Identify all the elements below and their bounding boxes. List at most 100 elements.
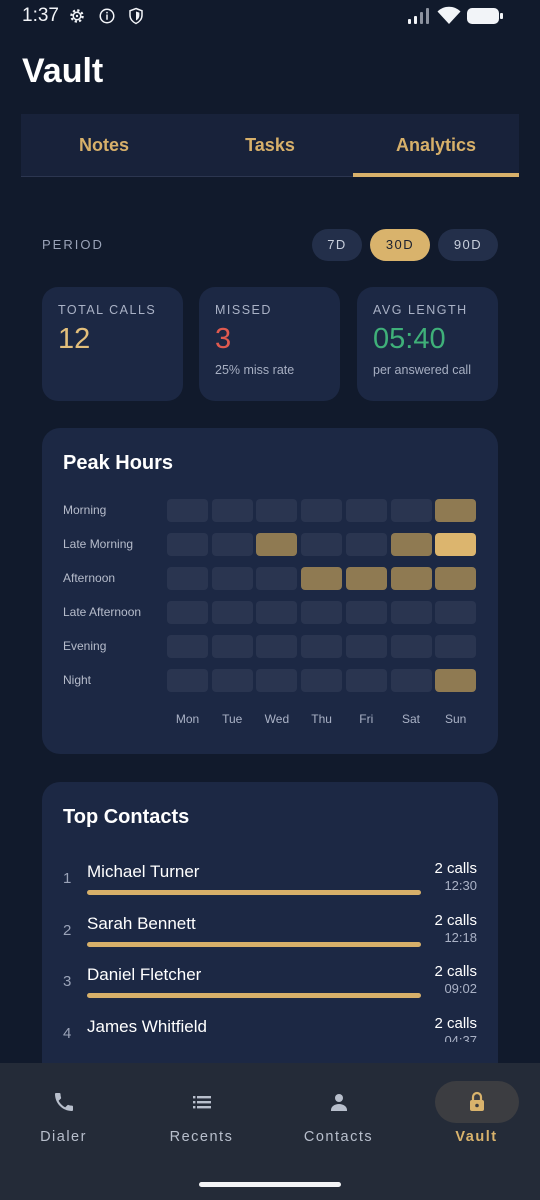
heatmap-cell [301, 567, 343, 590]
period-90d-button[interactable]: 90D [438, 229, 498, 261]
total-calls-card: TOTAL CALLS 12 [42, 287, 183, 401]
top-contacts-title: Top Contacts [63, 806, 190, 828]
heatmap-row-label: Late Afternoon [63, 605, 142, 619]
contact-call-bar [87, 890, 421, 895]
heatmap-cell [301, 669, 343, 692]
status-time: 1:37 [22, 5, 59, 26]
heatmap-cell [301, 533, 343, 556]
nav-label: Contacts [303, 1129, 374, 1145]
heatmap-day-label: Thu [311, 712, 332, 726]
tab-analytics[interactable]: Analytics [353, 114, 519, 177]
heatmap-cell [211, 669, 253, 692]
contact-row[interactable]: 3 Daniel Fletcher 2 calls 09:02 [42, 959, 498, 1011]
contact-calls: 2 calls [434, 912, 477, 929]
contact-name: Sarah Bennett [87, 914, 196, 933]
heatmap-cell [301, 635, 343, 658]
heatmap-cell [211, 499, 253, 522]
heatmap-day-label: Mon [175, 712, 200, 726]
bottom-navigation: Dialer Recents Contacts Vault [0, 1063, 540, 1200]
tab-bar: Notes Tasks Analytics [21, 114, 519, 177]
heatmap-row-label: Late Morning [63, 537, 134, 551]
heatmap-cell [435, 669, 477, 692]
heatmap-cell [211, 567, 253, 590]
heatmap-cell [345, 601, 387, 624]
period-30d-button[interactable]: 30D [370, 229, 430, 261]
heatmap-cell [211, 635, 253, 658]
info-icon [99, 8, 115, 24]
stat-label: MISSED [215, 303, 272, 317]
nav-label: Vault [455, 1129, 498, 1145]
heatmap-cell [167, 567, 208, 590]
contact-row[interactable]: 1 Michael Turner 2 calls 12:30 [42, 856, 498, 908]
settings-icon [70, 9, 84, 23]
heatmap-row-label: Morning [63, 503, 107, 517]
contact-call-bar [87, 942, 421, 947]
contact-name: Michael Turner [87, 862, 200, 881]
peak-hours-title: Peak Hours [63, 452, 174, 474]
contact-calls: 2 calls [434, 963, 477, 980]
heatmap-cell [390, 635, 432, 658]
heatmap-cell [390, 567, 432, 590]
top-contacts-list: 1 Michael Turner 2 calls 12:30 2 Sarah B… [42, 852, 498, 1042]
period-7d-button[interactable]: 7D [312, 229, 362, 261]
nav-label: Dialer [40, 1129, 87, 1145]
heatmap-cell [256, 499, 298, 522]
nav-label: Recents [169, 1129, 234, 1145]
heatmap-cell [256, 567, 298, 590]
heatmap-cell [345, 669, 387, 692]
heatmap-day-label: Sat [401, 712, 420, 726]
page-title: Vault [22, 52, 104, 90]
tab-tasks[interactable]: Tasks [187, 114, 353, 176]
nav-vault[interactable]: Vault [409, 1063, 540, 1163]
heatmap-cell [301, 499, 343, 522]
heatmap-day-label: Tue [222, 712, 243, 726]
heatmap-cell [167, 635, 208, 658]
heatmap-cell [211, 533, 253, 556]
avg-length-card: AVG LENGTH 05:40 per answered call [357, 287, 498, 401]
heatmap-row-label: Evening [63, 639, 107, 653]
lock-icon [434, 1081, 519, 1123]
heatmap-cell [435, 499, 477, 522]
battery-icon [467, 8, 503, 24]
missed-calls-card: MISSED 3 25% miss rate [199, 287, 340, 401]
heatmap-cell [345, 533, 387, 556]
contact-duration: 12:30 [444, 878, 477, 893]
contact-duration: 04:37 [444, 1033, 477, 1042]
nav-contacts[interactable]: Contacts [271, 1063, 406, 1163]
heatmap-cell [435, 635, 477, 658]
signal-icon [408, 8, 429, 24]
contact-duration: 09:02 [444, 981, 477, 996]
contact-row[interactable]: 2 Sarah Bennett 2 calls 12:18 [42, 908, 498, 960]
contact-row[interactable]: 4 James Whitfield 2 calls 04:37 [42, 1011, 498, 1042]
heatmap-row-label: Afternoon [63, 571, 116, 585]
nav-recents[interactable]: Recents [134, 1063, 269, 1163]
heatmap-cell [435, 601, 477, 624]
stat-subtitle: 25% miss rate [215, 363, 295, 377]
contact-calls: 2 calls [434, 1015, 477, 1032]
heatmap-cell [167, 499, 208, 522]
stat-value: 05:40 [373, 323, 446, 355]
heatmap-cell [390, 533, 432, 556]
heatmap-cell [256, 533, 298, 556]
contact-rank: 4 [63, 1025, 72, 1042]
heatmap-cell [345, 499, 387, 522]
heatmap-cell [390, 499, 432, 522]
stat-label: AVG LENGTH [373, 303, 468, 317]
contact-call-bar [87, 993, 421, 998]
home-indicator[interactable] [199, 1182, 341, 1187]
nav-dialer[interactable]: Dialer [0, 1063, 131, 1163]
heatmap-cell [435, 533, 477, 556]
stat-subtitle: per answered call [373, 363, 471, 377]
phone-icon [22, 1081, 106, 1123]
heatmap-cell [256, 635, 298, 658]
heatmap-cell [167, 533, 208, 556]
tab-notes[interactable]: Notes [21, 114, 187, 176]
list-icon [160, 1081, 244, 1123]
stat-label: TOTAL CALLS [58, 303, 157, 317]
contact-calls: 2 calls [434, 860, 477, 877]
heatmap-cell [256, 669, 298, 692]
period-label: PERIOD [42, 237, 104, 252]
contact-rank: 3 [63, 973, 72, 990]
contact-duration: 12:18 [444, 930, 477, 945]
stat-value: 3 [215, 323, 232, 355]
